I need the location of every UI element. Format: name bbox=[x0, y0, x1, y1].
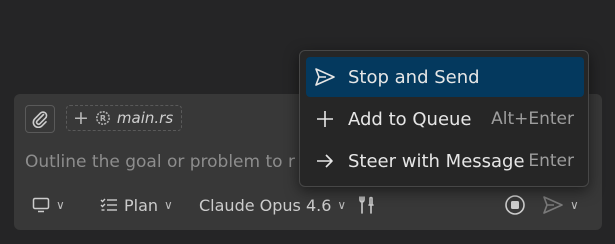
svg-text:R: R bbox=[100, 114, 106, 123]
menu-item-label: Stop and Send bbox=[348, 66, 480, 88]
mode-picker[interactable]: Plan ∨ bbox=[100, 190, 173, 220]
tools-button[interactable] bbox=[357, 190, 377, 220]
stop-circle-icon bbox=[505, 195, 525, 215]
chat-view: + R main.rs Outline the goal or problem … bbox=[0, 0, 615, 244]
tools-icon bbox=[359, 196, 374, 214]
arrow-right-icon bbox=[314, 150, 336, 172]
menu-item-label: Steer with Message bbox=[348, 150, 525, 172]
send-icon bbox=[314, 66, 336, 88]
chevron-down-icon: ∨ bbox=[570, 198, 579, 212]
stop-button[interactable] bbox=[504, 190, 526, 220]
menu-item-shortcut: Enter bbox=[528, 151, 574, 171]
send-icon bbox=[543, 196, 563, 214]
add-context-chip[interactable]: + R main.rs bbox=[66, 105, 183, 131]
model-label: Claude Opus 4.6 bbox=[199, 195, 332, 215]
plus-icon bbox=[314, 108, 336, 130]
target-picker[interactable]: ∨ bbox=[32, 190, 65, 220]
chevron-down-icon: ∨ bbox=[56, 198, 65, 212]
checklist-icon bbox=[100, 198, 117, 211]
chat-input[interactable]: Outline the goal or problem to r bbox=[25, 152, 295, 172]
attach-button[interactable] bbox=[25, 105, 55, 133]
menu-item-stop-and-send[interactable]: Stop and Send bbox=[306, 57, 584, 97]
chevron-down-icon: ∨ bbox=[337, 198, 347, 212]
rust-file-icon: R bbox=[95, 111, 110, 125]
send-options-menu: Stop and Send Add to Queue Alt+Enter Ste… bbox=[299, 50, 589, 187]
context-filename: main.rs bbox=[116, 109, 174, 127]
composer-toolbar: ∨ Plan ∨ Claude Opus 4.6 ∨ ∨ bbox=[14, 190, 602, 220]
plus-icon: + bbox=[73, 106, 89, 129]
mode-label: Plan bbox=[124, 195, 159, 215]
menu-item-steer-with-message[interactable]: Steer with Message Enter bbox=[306, 141, 584, 181]
send-dropdown-button[interactable]: ∨ bbox=[542, 190, 579, 220]
menu-item-label: Add to Queue bbox=[348, 108, 472, 130]
menu-item-add-to-queue[interactable]: Add to Queue Alt+Enter bbox=[306, 99, 584, 139]
monitor-icon bbox=[32, 197, 50, 213]
menu-item-shortcut: Alt+Enter bbox=[491, 109, 574, 129]
chevron-down-icon: ∨ bbox=[164, 198, 173, 212]
model-picker[interactable]: Claude Opus 4.6 ∨ bbox=[199, 190, 346, 220]
paperclip-icon bbox=[32, 111, 48, 128]
